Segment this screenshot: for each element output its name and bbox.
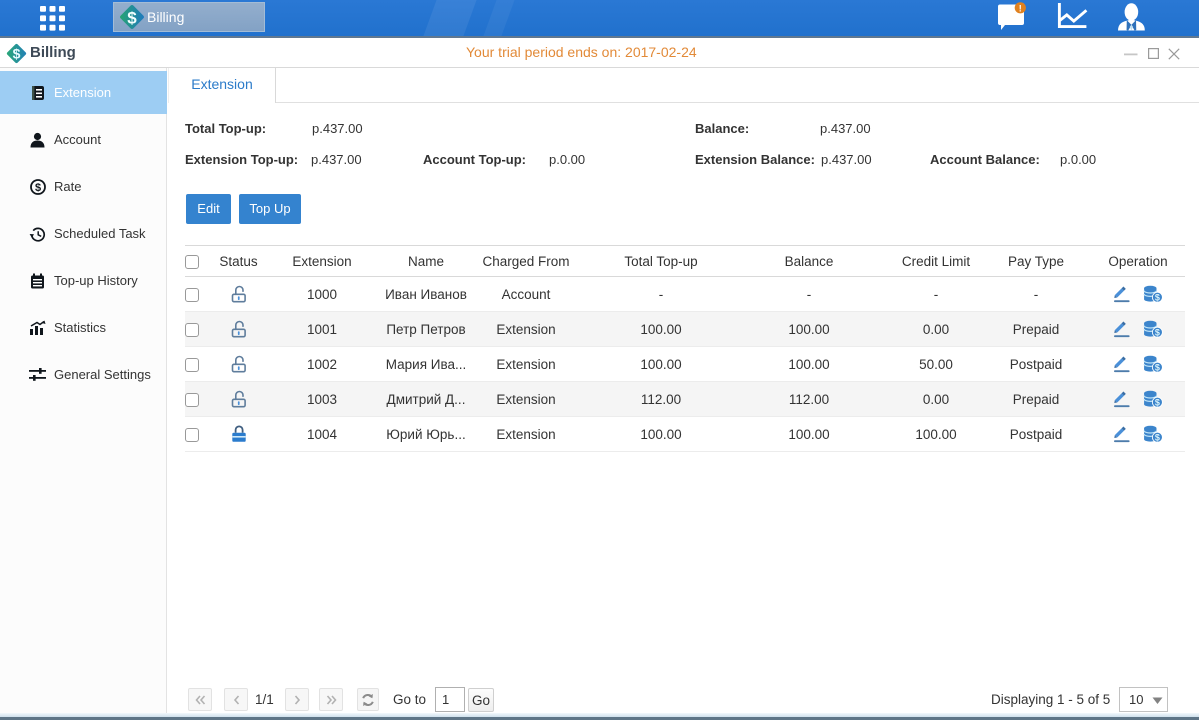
svg-text:$: $ xyxy=(34,182,40,194)
svg-text:$: $ xyxy=(127,9,137,28)
svg-text:!: ! xyxy=(1019,3,1022,13)
svg-text:$: $ xyxy=(13,46,21,62)
